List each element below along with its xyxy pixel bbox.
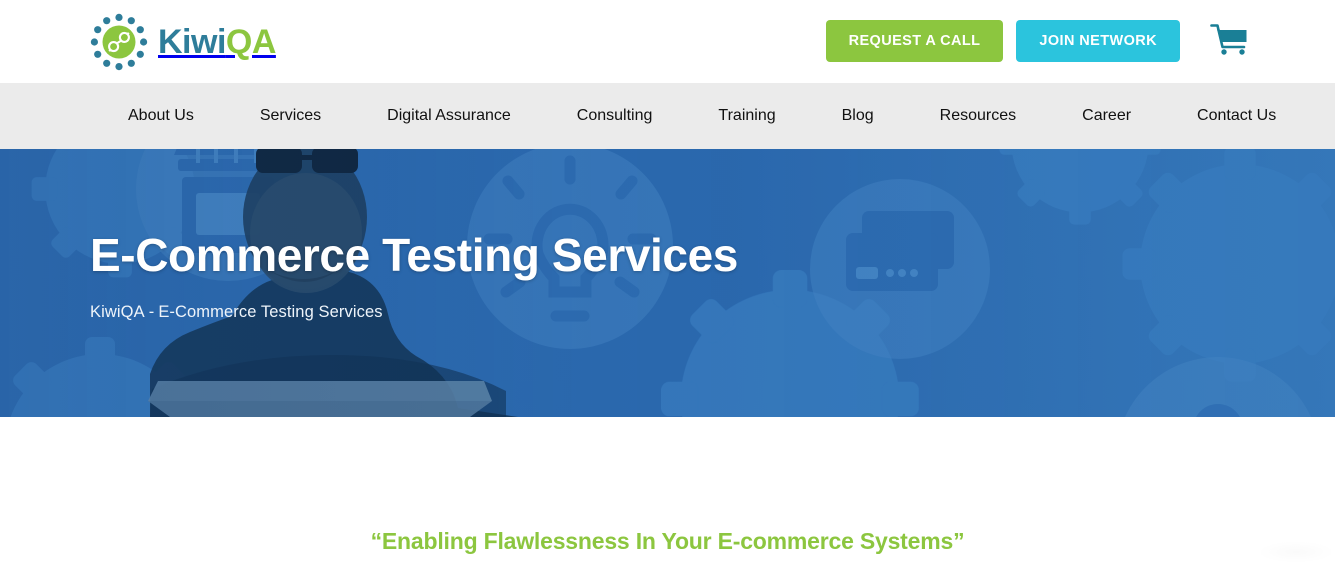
kiwiqa-logo-mark-icon	[89, 12, 149, 72]
nav-item-blog[interactable]: Blog	[842, 108, 907, 124]
shopping-cart-icon	[1210, 23, 1250, 60]
section-tagline: “Enabling Flawlessness In Your E-commerc…	[370, 528, 965, 554]
logo-word-qa: QA	[225, 23, 277, 61]
site-logo[interactable]: KiwiQA	[89, 12, 276, 72]
hero-content: E-Commerce Testing Services KiwiQA - E-Com…	[90, 149, 738, 417]
breadcrumb-item-root[interactable]: KiwiQA	[90, 303, 145, 321]
nav-item-career[interactable]: Career	[1082, 108, 1164, 124]
logo-wordmark: KiwiQA	[158, 25, 276, 59]
logo-word-kiwi: Kiwi	[158, 23, 226, 61]
page-title: E-Commerce Testing Services	[90, 229, 738, 282]
main-content: “Enabling Flawlessness In Your E-commerc…	[0, 417, 1335, 563]
breadcrumb-separator: -	[148, 302, 155, 321]
nav-item-training[interactable]: Training	[718, 108, 808, 124]
join-network-button[interactable]: JOIN NETWORK	[1016, 20, 1180, 62]
nav-items-container: About Us Services Digital Assurance Cons…	[0, 108, 1276, 124]
cart-button[interactable]	[1210, 23, 1250, 60]
nav-item-contact-us[interactable]: Contact Us	[1197, 108, 1276, 124]
top-header-bar: KiwiQA REQUEST A CALL JOIN NETWORK	[0, 0, 1335, 83]
nav-item-consulting[interactable]: Consulting	[577, 108, 686, 124]
nav-item-services[interactable]: Services	[260, 108, 354, 124]
hero-banner: E-Commerce Testing Services KiwiQA - E-Com…	[0, 149, 1335, 417]
request-a-call-button[interactable]: REQUEST A CALL	[825, 20, 1004, 62]
breadcrumb: KiwiQA - E-Commerce Testing Services	[90, 303, 738, 322]
breadcrumb-item-current: E-Commerce Testing Services	[158, 302, 383, 321]
nav-item-digital-assurance[interactable]: Digital Assurance	[387, 108, 544, 124]
main-navigation: About Us Services Digital Assurance Cons…	[0, 83, 1335, 149]
header-actions: REQUEST A CALL JOIN NETWORK	[825, 20, 1250, 62]
nav-item-resources[interactable]: Resources	[940, 108, 1049, 124]
nav-item-about-us[interactable]: About Us	[128, 108, 227, 124]
